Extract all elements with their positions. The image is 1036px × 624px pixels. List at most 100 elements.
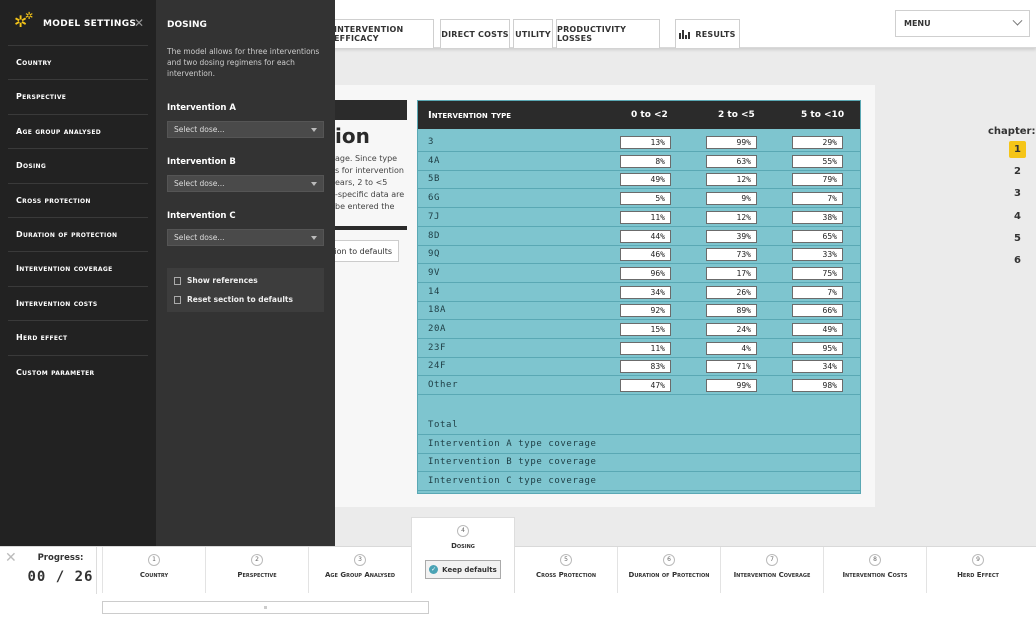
progress-step[interactable]: 9 Herd Effect — [926, 547, 1029, 593]
progress-step[interactable]: 3 Age Group Analysed — [308, 547, 411, 593]
sidebar-item[interactable]: Dosing — [8, 148, 148, 182]
progress-step[interactable]: 7 Intervention Coverage — [720, 547, 823, 593]
intervention-c-dose-select[interactable]: Select dose... — [167, 229, 324, 246]
step-number: 1 — [148, 554, 160, 566]
reset-to-defaults-button[interactable]: ion to defaults — [335, 240, 399, 262]
show-references-label: Show references — [187, 276, 258, 285]
tab-label: Utility — [515, 29, 551, 39]
progress-step[interactable]: 2 Perspective — [205, 547, 308, 593]
sidebar-item[interactable]: Intervention coverage — [8, 251, 148, 285]
gear-small-icon: ✲ — [25, 11, 34, 22]
coverage-input[interactable]: 13% — [620, 136, 671, 149]
intervention-a-dose-select[interactable]: Select dose... — [167, 121, 324, 138]
coverage-input[interactable]: 49% — [792, 323, 843, 336]
coverage-input[interactable]: 4% — [706, 341, 757, 355]
coverage-input[interactable]: 38% — [792, 210, 843, 224]
coverage-input[interactable]: 8% — [620, 154, 671, 168]
coverage-input[interactable]: 71% — [706, 360, 757, 374]
coverage-input[interactable]: 12% — [706, 210, 757, 224]
coverage-input[interactable]: 11% — [620, 341, 671, 355]
coverage-input[interactable]: 63% — [706, 154, 757, 168]
coverage-input[interactable]: 99% — [706, 379, 757, 393]
coverage-input[interactable]: 24% — [706, 323, 757, 336]
sidebar-item[interactable]: Custom parameter — [8, 354, 148, 389]
close-icon[interactable]: ✕ — [134, 16, 144, 30]
progress-step[interactable]: 6 Duration of Protection — [617, 547, 720, 593]
coverage-input[interactable]: 92% — [620, 304, 671, 318]
panel-actions: Show references Reset section to default… — [167, 268, 324, 312]
chapter-item[interactable]: 2 — [1009, 163, 1026, 180]
sidebar-item[interactable]: Country — [8, 45, 148, 79]
coverage-input[interactable]: 98% — [792, 379, 843, 393]
show-references-link[interactable]: Show references — [174, 276, 258, 285]
coverage-input[interactable]: 34% — [792, 360, 843, 374]
close-footer-icon[interactable]: ✕ — [5, 550, 17, 566]
coverage-input[interactable]: 55% — [792, 154, 843, 168]
summary-row: Intervention A type coverage — [418, 435, 860, 454]
chapter-item[interactable]: 1 — [1009, 141, 1026, 158]
coverage-input[interactable]: 99% — [706, 136, 757, 149]
sidebar-item[interactable]: Perspective — [8, 79, 148, 113]
column-header-type: Intervention type — [428, 110, 512, 121]
column-header-5-10: 5 to <10 — [801, 110, 845, 120]
sidebar-item[interactable]: Herd effect — [8, 320, 148, 354]
menu-dropdown[interactable]: Menu — [895, 10, 1030, 37]
tab-intervention-efficacy[interactable]: Intervention efficacy — [333, 19, 434, 48]
coverage-input[interactable]: 29% — [792, 136, 843, 149]
chapter-item[interactable]: 6 — [1009, 252, 1026, 269]
coverage-input[interactable]: 17% — [706, 266, 757, 280]
coverage-input[interactable]: 33% — [792, 248, 843, 262]
coverage-input[interactable]: 12% — [706, 173, 757, 187]
coverage-input[interactable]: 89% — [706, 304, 757, 318]
coverage-input[interactable]: 83% — [620, 360, 671, 374]
chapter-item[interactable]: 5 — [1009, 230, 1026, 247]
chapter-item[interactable]: 4 — [1009, 208, 1026, 225]
progress-step[interactable]: 8 Intervention Costs — [823, 547, 926, 593]
dropdown-arrow-icon — [311, 127, 317, 132]
step-dosing-active[interactable]: 4 Dosing ✓ Keep defaults — [411, 517, 515, 593]
coverage-input[interactable]: 49% — [620, 173, 671, 187]
description-line: age. Since type — [335, 154, 398, 163]
sidebar-item[interactable]: Cross protection — [8, 182, 148, 217]
chapter-item[interactable]: 3 — [1009, 185, 1026, 202]
coverage-input[interactable]: 34% — [620, 285, 671, 299]
keep-defaults-button[interactable]: ✓ Keep defaults — [425, 560, 501, 579]
coverage-input[interactable]: 66% — [792, 304, 843, 318]
scroll-thumb-grip — [264, 606, 267, 609]
sidebar-item[interactable]: Duration of protection — [8, 217, 148, 251]
progress-step[interactable]: 5 Cross Protection — [514, 547, 617, 593]
coverage-input[interactable]: 15% — [620, 323, 671, 336]
progress-indicator: Progress: 00 / 26 — [25, 547, 97, 594]
tab-utility[interactable]: Utility — [513, 19, 553, 48]
coverage-input[interactable]: 65% — [792, 229, 843, 243]
intervention-b-dose-select[interactable]: Select dose... — [167, 175, 324, 192]
coverage-input[interactable]: 75% — [792, 266, 843, 280]
coverage-input[interactable]: 47% — [620, 379, 671, 393]
tab-results[interactable]: Results — [675, 19, 740, 48]
table-row: 24F 83% 71% 34% — [418, 357, 860, 377]
reset-section-label: Reset section to defaults — [187, 295, 293, 304]
coverage-input[interactable]: 73% — [706, 248, 757, 262]
step-number: 4 — [457, 525, 469, 537]
coverage-input[interactable]: 7% — [792, 285, 843, 299]
coverage-input[interactable]: 39% — [706, 229, 757, 243]
coverage-input[interactable]: 11% — [620, 210, 671, 224]
summary-label: Intervention C type coverage — [428, 476, 597, 487]
coverage-input[interactable]: 5% — [620, 192, 671, 206]
coverage-input[interactable]: 95% — [792, 341, 843, 355]
sidebar-item[interactable]: Intervention costs — [8, 285, 148, 320]
reset-section-link[interactable]: Reset section to defaults — [174, 295, 293, 304]
coverage-input[interactable]: 79% — [792, 173, 843, 187]
tab-direct-costs[interactable]: Direct costs — [440, 19, 510, 48]
coverage-input[interactable]: 44% — [620, 229, 671, 243]
coverage-input[interactable]: 96% — [620, 266, 671, 280]
coverage-input[interactable]: 46% — [620, 248, 671, 262]
sidebar-item[interactable]: Age group analysed — [8, 113, 148, 148]
tab-productivity-losses[interactable]: Productivity losses — [556, 19, 660, 48]
coverage-input[interactable]: 26% — [706, 285, 757, 299]
progress-step[interactable]: 1 Country — [102, 547, 205, 593]
panel-description: The model allows for three interventions… — [167, 47, 320, 78]
coverage-input[interactable]: 9% — [706, 192, 757, 206]
horizontal-scrollbar[interactable] — [102, 601, 429, 614]
coverage-input[interactable]: 7% — [792, 192, 843, 206]
